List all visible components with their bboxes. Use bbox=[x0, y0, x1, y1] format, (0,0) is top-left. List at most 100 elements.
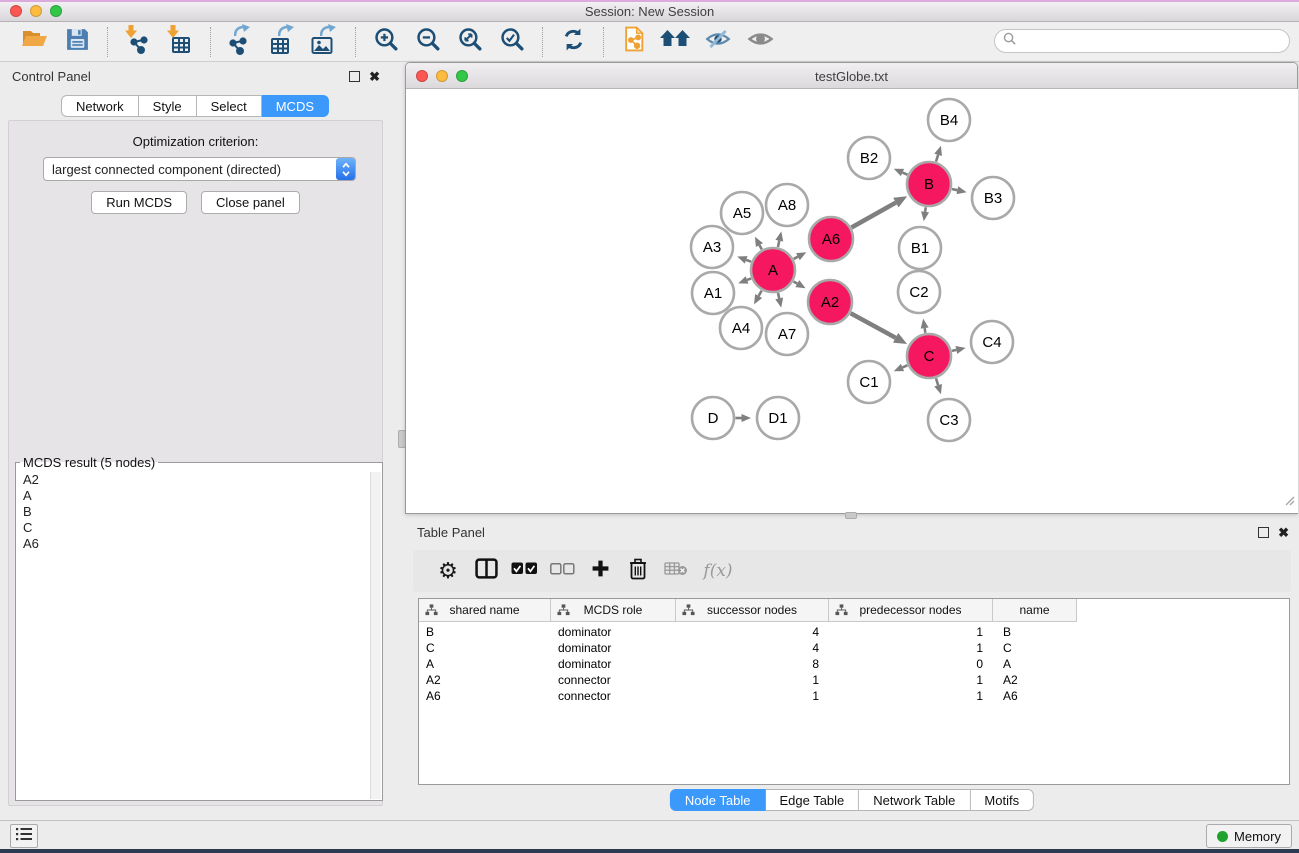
zoom-selected-button[interactable] bbox=[496, 26, 528, 58]
unselect-all-columns-button[interactable] bbox=[543, 554, 581, 588]
mcds-result-item[interactable]: A bbox=[17, 488, 370, 504]
mcds-result-item[interactable]: C bbox=[17, 520, 370, 536]
function-builder-button[interactable]: f(x) bbox=[695, 554, 741, 588]
home-button[interactable] bbox=[660, 26, 692, 58]
save-session-button[interactable] bbox=[61, 26, 93, 58]
node-table[interactable]: shared nameMCDS rolesuccessor nodesprede… bbox=[418, 598, 1290, 785]
graph-edge-C-C2[interactable] bbox=[925, 328, 926, 333]
table-cell[interactable]: A bbox=[993, 657, 1077, 671]
table-cell[interactable]: 4 bbox=[676, 625, 829, 639]
tab-network[interactable]: Network bbox=[61, 95, 139, 117]
memory-button[interactable]: Memory bbox=[1206, 824, 1292, 848]
table-cell[interactable]: A6 bbox=[993, 689, 1077, 703]
graph-node-C2[interactable]: C2 bbox=[898, 271, 940, 313]
table-row[interactable]: A2connector11A2 bbox=[419, 672, 1289, 688]
table-cell[interactable]: B bbox=[419, 625, 551, 639]
window-resize-grip[interactable] bbox=[1283, 493, 1295, 511]
mcds-result-item[interactable]: B bbox=[17, 504, 370, 520]
column-header-successor-nodes[interactable]: successor nodes bbox=[676, 599, 829, 622]
show-panels-button[interactable] bbox=[10, 824, 38, 848]
criterion-dropdown[interactable]: largest connected component (directed) bbox=[43, 157, 356, 181]
open-session-button[interactable] bbox=[19, 26, 51, 58]
graph-node-D[interactable]: D bbox=[692, 397, 734, 439]
graph-node-A7[interactable]: A7 bbox=[766, 313, 808, 355]
graph-node-A2[interactable]: A2 bbox=[808, 280, 852, 324]
tab-motifs[interactable]: Motifs bbox=[970, 789, 1034, 811]
graph-edge-A-A7[interactable] bbox=[778, 293, 779, 298]
graph-node-B1[interactable]: B1 bbox=[899, 227, 941, 269]
graph-edge-A6-B[interactable] bbox=[851, 203, 895, 228]
table-cell[interactable]: B bbox=[993, 625, 1077, 639]
graph-node-B[interactable]: B bbox=[907, 162, 951, 206]
graph-node-C3[interactable]: C3 bbox=[928, 399, 970, 441]
graph-edge-A2-C[interactable] bbox=[851, 313, 896, 338]
graph-edge-C-C4[interactable] bbox=[952, 350, 956, 351]
graph-edge-A-A6[interactable] bbox=[794, 257, 798, 259]
table-cell[interactable]: 1 bbox=[676, 673, 829, 687]
graph-edge-C-C3[interactable] bbox=[936, 378, 938, 385]
import-network-button[interactable] bbox=[122, 26, 154, 58]
graph-edge-A-A3[interactable] bbox=[746, 260, 751, 262]
table-cell[interactable]: 1 bbox=[829, 673, 993, 687]
table-cell[interactable]: 1 bbox=[829, 689, 993, 703]
export-image-button[interactable] bbox=[309, 26, 341, 58]
export-table-button[interactable] bbox=[267, 26, 299, 58]
export-network-button[interactable] bbox=[225, 26, 257, 58]
graph-node-A6[interactable]: A6 bbox=[809, 217, 853, 261]
table-row[interactable]: Bdominator41B bbox=[419, 624, 1289, 640]
table-cell[interactable]: A6 bbox=[419, 689, 551, 703]
graph-node-B2[interactable]: B2 bbox=[848, 137, 890, 179]
tab-network-table[interactable]: Network Table bbox=[859, 789, 970, 811]
table-cell[interactable]: dominator bbox=[551, 625, 676, 639]
graph-node-D1[interactable]: D1 bbox=[757, 397, 799, 439]
close-panel-icon[interactable]: ✖ bbox=[369, 70, 380, 83]
graph-edge-A-A8[interactable] bbox=[778, 241, 779, 247]
table-cell[interactable]: A2 bbox=[993, 673, 1077, 687]
graph-node-B3[interactable]: B3 bbox=[972, 177, 1014, 219]
graph-edge-C-C1[interactable] bbox=[902, 365, 907, 367]
refresh-button[interactable] bbox=[557, 26, 589, 58]
table-cell[interactable]: 8 bbox=[676, 657, 829, 671]
column-header-MCDS-role[interactable]: MCDS role bbox=[551, 599, 676, 622]
graph-edge-A-A4[interactable] bbox=[759, 291, 762, 296]
create-column-button[interactable] bbox=[581, 554, 619, 588]
graph-node-A1[interactable]: A1 bbox=[692, 272, 734, 314]
delete-column-button[interactable] bbox=[619, 554, 657, 588]
table-cell[interactable]: 1 bbox=[829, 625, 993, 639]
graph-node-C4[interactable]: C4 bbox=[971, 321, 1013, 363]
graph-edge-B-B2[interactable] bbox=[902, 173, 907, 175]
table-cell[interactable]: A2 bbox=[419, 673, 551, 687]
search-field[interactable] bbox=[994, 29, 1290, 53]
tab-select[interactable]: Select bbox=[197, 95, 262, 117]
column-header-shared-name[interactable]: shared name bbox=[419, 599, 551, 622]
graph-node-B4[interactable]: B4 bbox=[928, 99, 970, 141]
close-table-panel-icon[interactable]: ✖ bbox=[1278, 526, 1289, 539]
graph-edge-A-A1[interactable] bbox=[747, 278, 751, 280]
table-cell[interactable]: dominator bbox=[551, 657, 676, 671]
float-panel-icon[interactable] bbox=[349, 71, 360, 82]
tab-edge-table[interactable]: Edge Table bbox=[765, 789, 859, 811]
table-cell[interactable]: dominator bbox=[551, 641, 676, 655]
table-cell[interactable]: C bbox=[419, 641, 551, 655]
network-canvas[interactable]: B4B2BB3B1A5A8A6A3AA1A4A7A2C2CC4C1C3DD1 bbox=[407, 89, 1298, 513]
graph-edge-A-A2[interactable] bbox=[793, 282, 797, 284]
graph-edge-B-B3[interactable] bbox=[952, 189, 957, 190]
table-row[interactable]: Cdominator41C bbox=[419, 640, 1289, 656]
graph-edge-B-B1[interactable] bbox=[925, 207, 926, 212]
table-cell[interactable]: 4 bbox=[676, 641, 829, 655]
tab-style[interactable]: Style bbox=[139, 95, 197, 117]
column-header-name[interactable]: name bbox=[993, 599, 1077, 622]
new-network-from-file-button[interactable] bbox=[618, 26, 650, 58]
table-cell[interactable]: connector bbox=[551, 673, 676, 687]
zoom-out-button[interactable] bbox=[412, 26, 444, 58]
graph-node-A5[interactable]: A5 bbox=[721, 192, 763, 234]
mcds-result-list[interactable]: A2ABCA6 bbox=[17, 472, 370, 799]
mcds-result-item[interactable]: A2 bbox=[17, 472, 370, 488]
mcds-result-item[interactable]: A6 bbox=[17, 536, 370, 552]
graph-node-C[interactable]: C bbox=[907, 334, 951, 378]
table-row[interactable]: Adominator80A bbox=[419, 656, 1289, 672]
tab-node-table[interactable]: Node Table bbox=[670, 789, 766, 811]
float-table-panel-icon[interactable] bbox=[1258, 527, 1269, 538]
table-cell[interactable]: 1 bbox=[829, 641, 993, 655]
graph-edge-B-B4[interactable] bbox=[936, 155, 938, 162]
